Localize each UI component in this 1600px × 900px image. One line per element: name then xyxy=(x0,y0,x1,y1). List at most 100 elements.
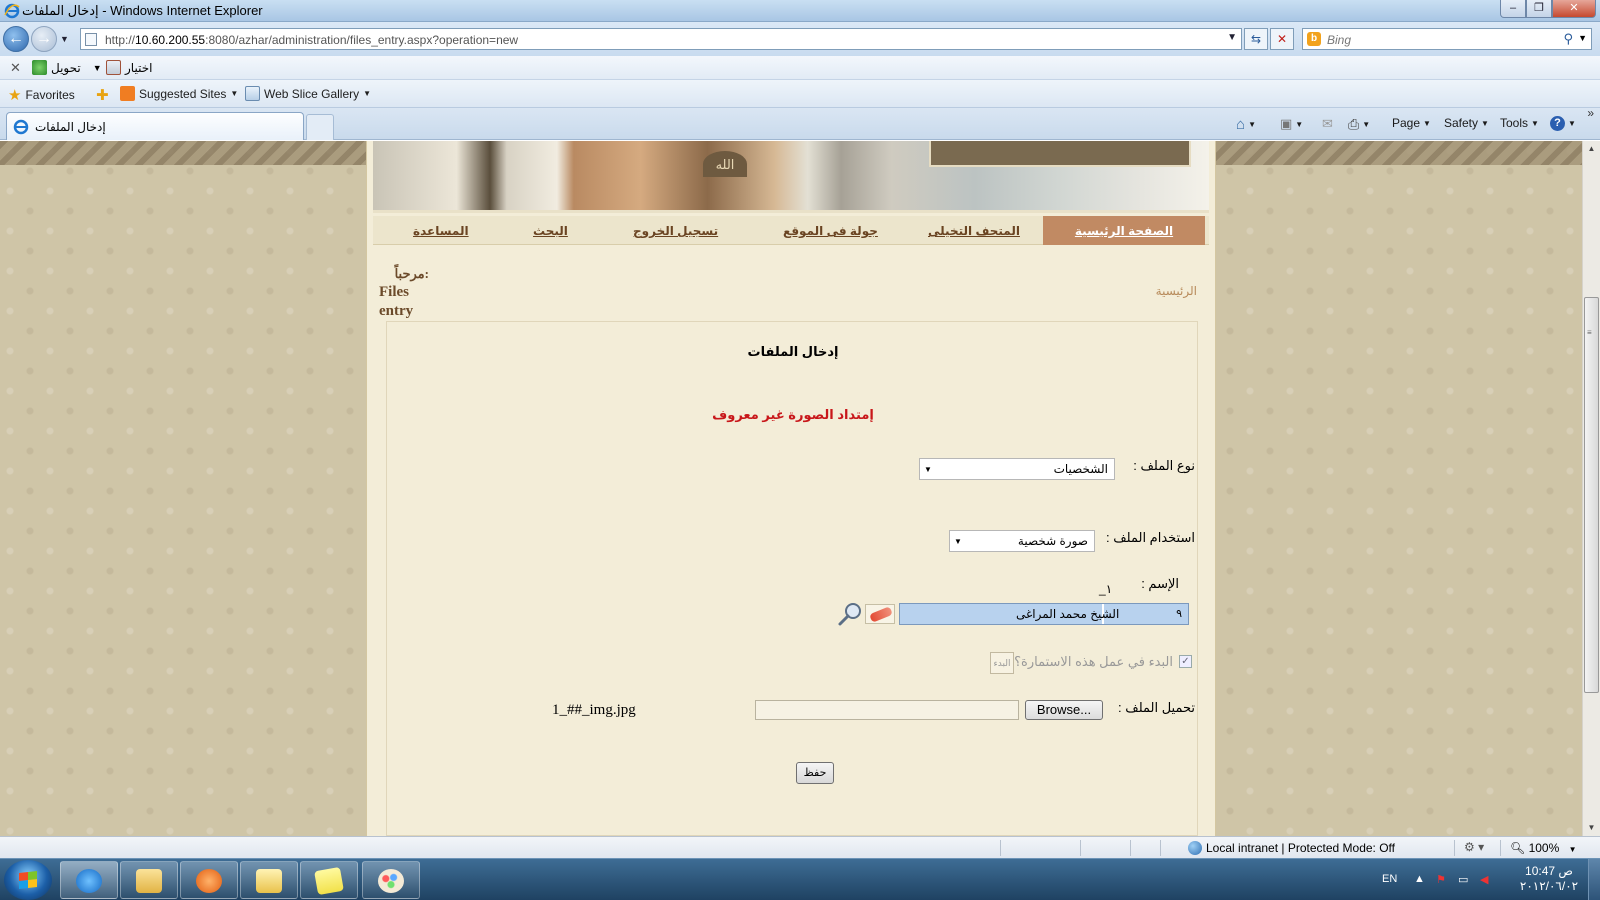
ie-logo-icon xyxy=(4,3,20,19)
zoom-level: 100% xyxy=(1528,841,1560,855)
start-button[interactable]: البدء xyxy=(990,652,1014,674)
address-url[interactable]: http://10.60.200.55:8080/azhar/administr… xyxy=(105,33,518,47)
scroll-up-icon[interactable]: ▲ xyxy=(1583,141,1600,157)
name-value: الشيخ محمد المراغى xyxy=(1016,607,1120,621)
page-menu[interactable]: Page ▼ xyxy=(1392,116,1431,130)
url-path: :8080/azhar/administration/files_entry.a… xyxy=(205,33,519,47)
home-icon: ⌂ xyxy=(1236,116,1246,133)
show-desktop-button[interactable] xyxy=(1588,859,1600,900)
compatibility-refresh-button[interactable]: ⇆ xyxy=(1244,28,1268,50)
convert-button[interactable]: تحويل ▼ xyxy=(32,60,102,75)
close-toolbar-icon[interactable]: ✕ xyxy=(10,60,21,76)
name-label: الإسم : xyxy=(1141,576,1179,591)
taskbar-internet-explorer[interactable] xyxy=(60,861,118,899)
menu-virtual-museum[interactable]: المتحف التخيلى xyxy=(928,224,1020,238)
lookup-magnifier-icon[interactable] xyxy=(837,600,865,628)
forward-button[interactable]: → xyxy=(31,26,57,52)
scroll-down-icon[interactable]: ▼ xyxy=(1583,820,1600,836)
security-zone[interactable]: Local intranet | Protected Mode: Off xyxy=(1188,841,1395,855)
status-separator xyxy=(1000,840,1001,856)
address-dropdown-icon[interactable]: ▼ xyxy=(1227,32,1237,43)
close-window-button[interactable]: ✕ xyxy=(1552,0,1596,18)
taskbar-sticky-notes[interactable] xyxy=(300,861,358,899)
zoom-control[interactable]: 🔍︎ 100% ▼ xyxy=(1510,841,1577,855)
action-center-flag-icon[interactable]: ⚑ xyxy=(1436,873,1446,886)
menu-help[interactable]: المساعدة xyxy=(413,224,469,238)
maximize-button[interactable]: ❐ xyxy=(1526,0,1552,18)
favorites-button[interactable]: ★ Favorites xyxy=(8,86,75,104)
welcome-block: مرحباً: Files entry xyxy=(379,264,429,321)
scrollbar-thumb[interactable] xyxy=(1584,297,1599,693)
add-favorites-button[interactable]: ✚ xyxy=(96,86,109,104)
intranet-globe-icon xyxy=(1188,841,1202,855)
search-box[interactable]: b Bing ⚲ ▼ xyxy=(1302,28,1592,50)
search-dropdown-icon[interactable]: ▼ xyxy=(1578,33,1587,43)
sticky-notes-icon xyxy=(314,866,344,896)
suggested-sites-icon xyxy=(120,86,135,101)
menu-logout[interactable]: تسجيل الخروج xyxy=(633,224,718,238)
recent-pages-dropdown-icon[interactable]: ▼ xyxy=(60,34,69,44)
feeds-dropdown-icon[interactable]: ▼ xyxy=(1295,120,1303,129)
page-container: الله الصفحة الرئيسية المتحف التخيلى جولة… xyxy=(366,141,1216,836)
web-slice-gallery-button[interactable]: Web Slice Gallery ▼ xyxy=(245,86,371,101)
file-type-select[interactable]: الشخصيات ▼ xyxy=(919,458,1115,480)
select-button[interactable]: اختيار xyxy=(106,60,152,75)
language-indicator[interactable]: EN xyxy=(1382,873,1397,885)
back-button[interactable]: ← xyxy=(3,26,29,52)
feeds-button[interactable]: ▣ ▼ xyxy=(1280,116,1303,132)
mail-envelope-icon xyxy=(256,869,282,893)
read-mail-button[interactable]: ✉ xyxy=(1322,116,1333,132)
taskbar-paint[interactable] xyxy=(362,861,420,899)
search-icon[interactable]: ⚲ xyxy=(1563,31,1573,47)
breadcrumb-home[interactable]: الرئيسية xyxy=(1156,284,1197,298)
title-bar: إدخال الملفات - Windows Internet Explore… xyxy=(0,0,1600,22)
safety-dropdown-icon: ▼ xyxy=(1481,118,1489,128)
clear-name-button[interactable] xyxy=(865,604,895,624)
page-menu-label: Page xyxy=(1392,116,1421,130)
new-tab-button[interactable] xyxy=(306,114,334,140)
file-usage-label: استخدام الملف : xyxy=(1106,530,1195,545)
taskbar-clock[interactable]: 10:47 ص ٢٠١٢/٠٦/٠٢ xyxy=(1514,864,1584,894)
upload-label: تحميل الملف : xyxy=(1118,700,1195,715)
menu-search[interactable]: البحث xyxy=(533,224,568,238)
menu-home[interactable]: الصفحة الرئيسية xyxy=(1043,216,1205,245)
welcome-prefix: مرحباً: xyxy=(394,266,429,281)
minimize-button[interactable]: ‒ xyxy=(1500,0,1526,18)
home-button[interactable]: ⌂ ▼ xyxy=(1236,116,1256,133)
browse-button[interactable]: Browse... xyxy=(1025,700,1103,720)
save-button[interactable]: حفظ xyxy=(796,762,834,784)
taskbar-media-player[interactable] xyxy=(180,861,238,899)
tab-files-entry[interactable]: إدخال الملفات xyxy=(6,112,304,140)
page-icon xyxy=(85,33,97,46)
select-icon xyxy=(106,60,121,75)
file-usage-select[interactable]: صورة شخصية ▼ xyxy=(949,530,1095,552)
web-slice-icon xyxy=(245,86,260,101)
convert-dropdown-icon[interactable]: ▼ xyxy=(93,63,102,73)
print-button[interactable]: ⎙ ▼ xyxy=(1348,116,1370,133)
suggested-sites-button[interactable]: Suggested Sites ▼ xyxy=(120,86,238,101)
network-icon[interactable]: ▭ xyxy=(1458,873,1468,886)
safety-menu[interactable]: Safety ▼ xyxy=(1444,116,1489,130)
web-slice-dropdown-icon: ▼ xyxy=(363,89,372,98)
file-path-input[interactable] xyxy=(755,700,1019,720)
stop-button[interactable]: ✕ xyxy=(1270,28,1294,50)
taskbar-messenger[interactable] xyxy=(240,861,298,899)
address-bar[interactable]: http://10.60.200.55:8080/azhar/administr… xyxy=(80,28,1242,50)
taskbar-explorer[interactable] xyxy=(120,861,178,899)
volume-muted-icon[interactable]: ◀ xyxy=(1480,873,1488,886)
start-button[interactable] xyxy=(4,860,52,900)
forward-arrow-icon: → xyxy=(36,30,52,47)
home-dropdown-icon[interactable]: ▼ xyxy=(1248,120,1256,129)
vertical-scrollbar[interactable]: ▲ ≡ ▼ xyxy=(1582,141,1600,836)
toolbar-overflow-chevron-icon[interactable]: » xyxy=(1587,106,1594,120)
name-id-value: ٩ xyxy=(1176,608,1182,620)
print-dropdown-icon[interactable]: ▼ xyxy=(1362,120,1370,129)
menu-site-tour[interactable]: جولة فى الموقع xyxy=(783,224,878,238)
protected-mode-icon[interactable]: ⚙ ▾ xyxy=(1464,840,1484,854)
error-message: إمتداد الصورة غير معروف xyxy=(712,407,874,422)
tools-menu[interactable]: Tools ▼ xyxy=(1500,116,1539,130)
help-button[interactable]: ? ▼ xyxy=(1550,116,1576,131)
show-hidden-icons-icon[interactable]: ▲ xyxy=(1414,873,1425,885)
name-lookup-field[interactable]: ٩ الشيخ محمد المراغى xyxy=(899,603,1189,625)
start-checkbox[interactable]: ✓ xyxy=(1179,655,1192,668)
